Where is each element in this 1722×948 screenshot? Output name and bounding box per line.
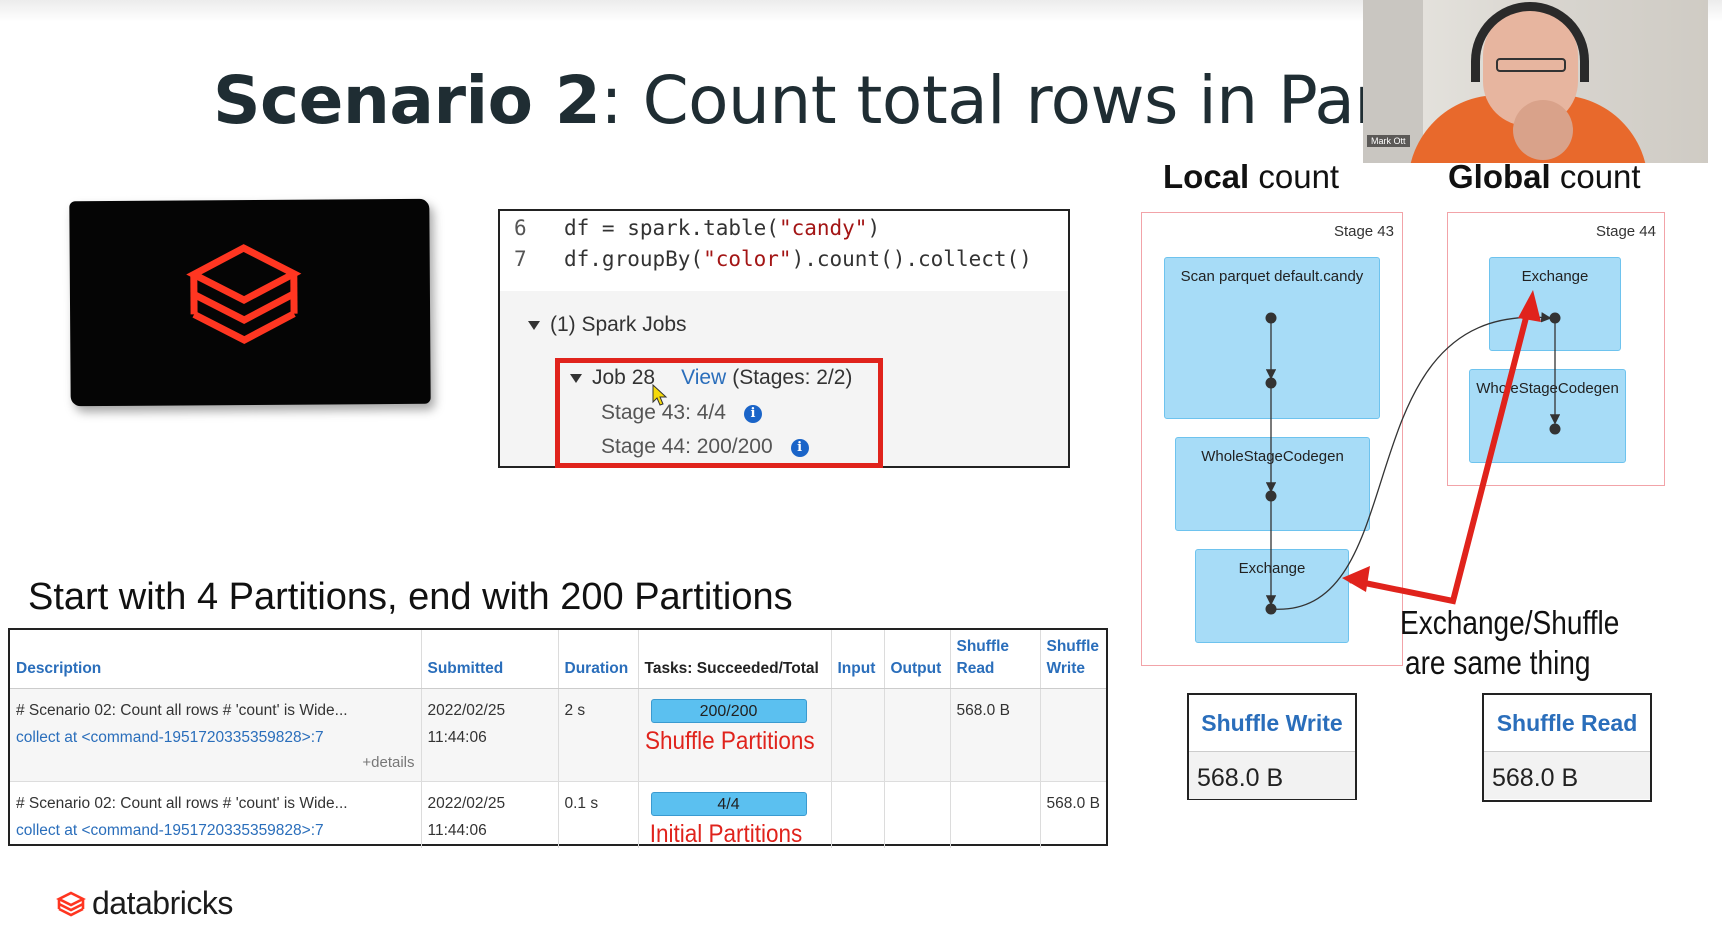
shuffle-read-card: Shuffle Read 568.0 B [1482,693,1652,802]
shuffle-write-card: Shuffle Write 568.0 B [1187,693,1357,800]
dag-edges-overlay [1265,290,1561,615]
shuffle-write-title: Shuffle Write [1189,695,1355,752]
shuffle-read-title: Shuffle Read [1484,695,1650,752]
databricks-logo-icon [56,891,86,917]
shuffle-write-value: 568.0 B [1189,752,1355,799]
databricks-footer-logo: databricks [56,885,233,922]
shuffle-read-value: 568.0 B [1484,752,1650,799]
exchange-note: Exchange/Shuffle are same thing [1400,604,1620,681]
